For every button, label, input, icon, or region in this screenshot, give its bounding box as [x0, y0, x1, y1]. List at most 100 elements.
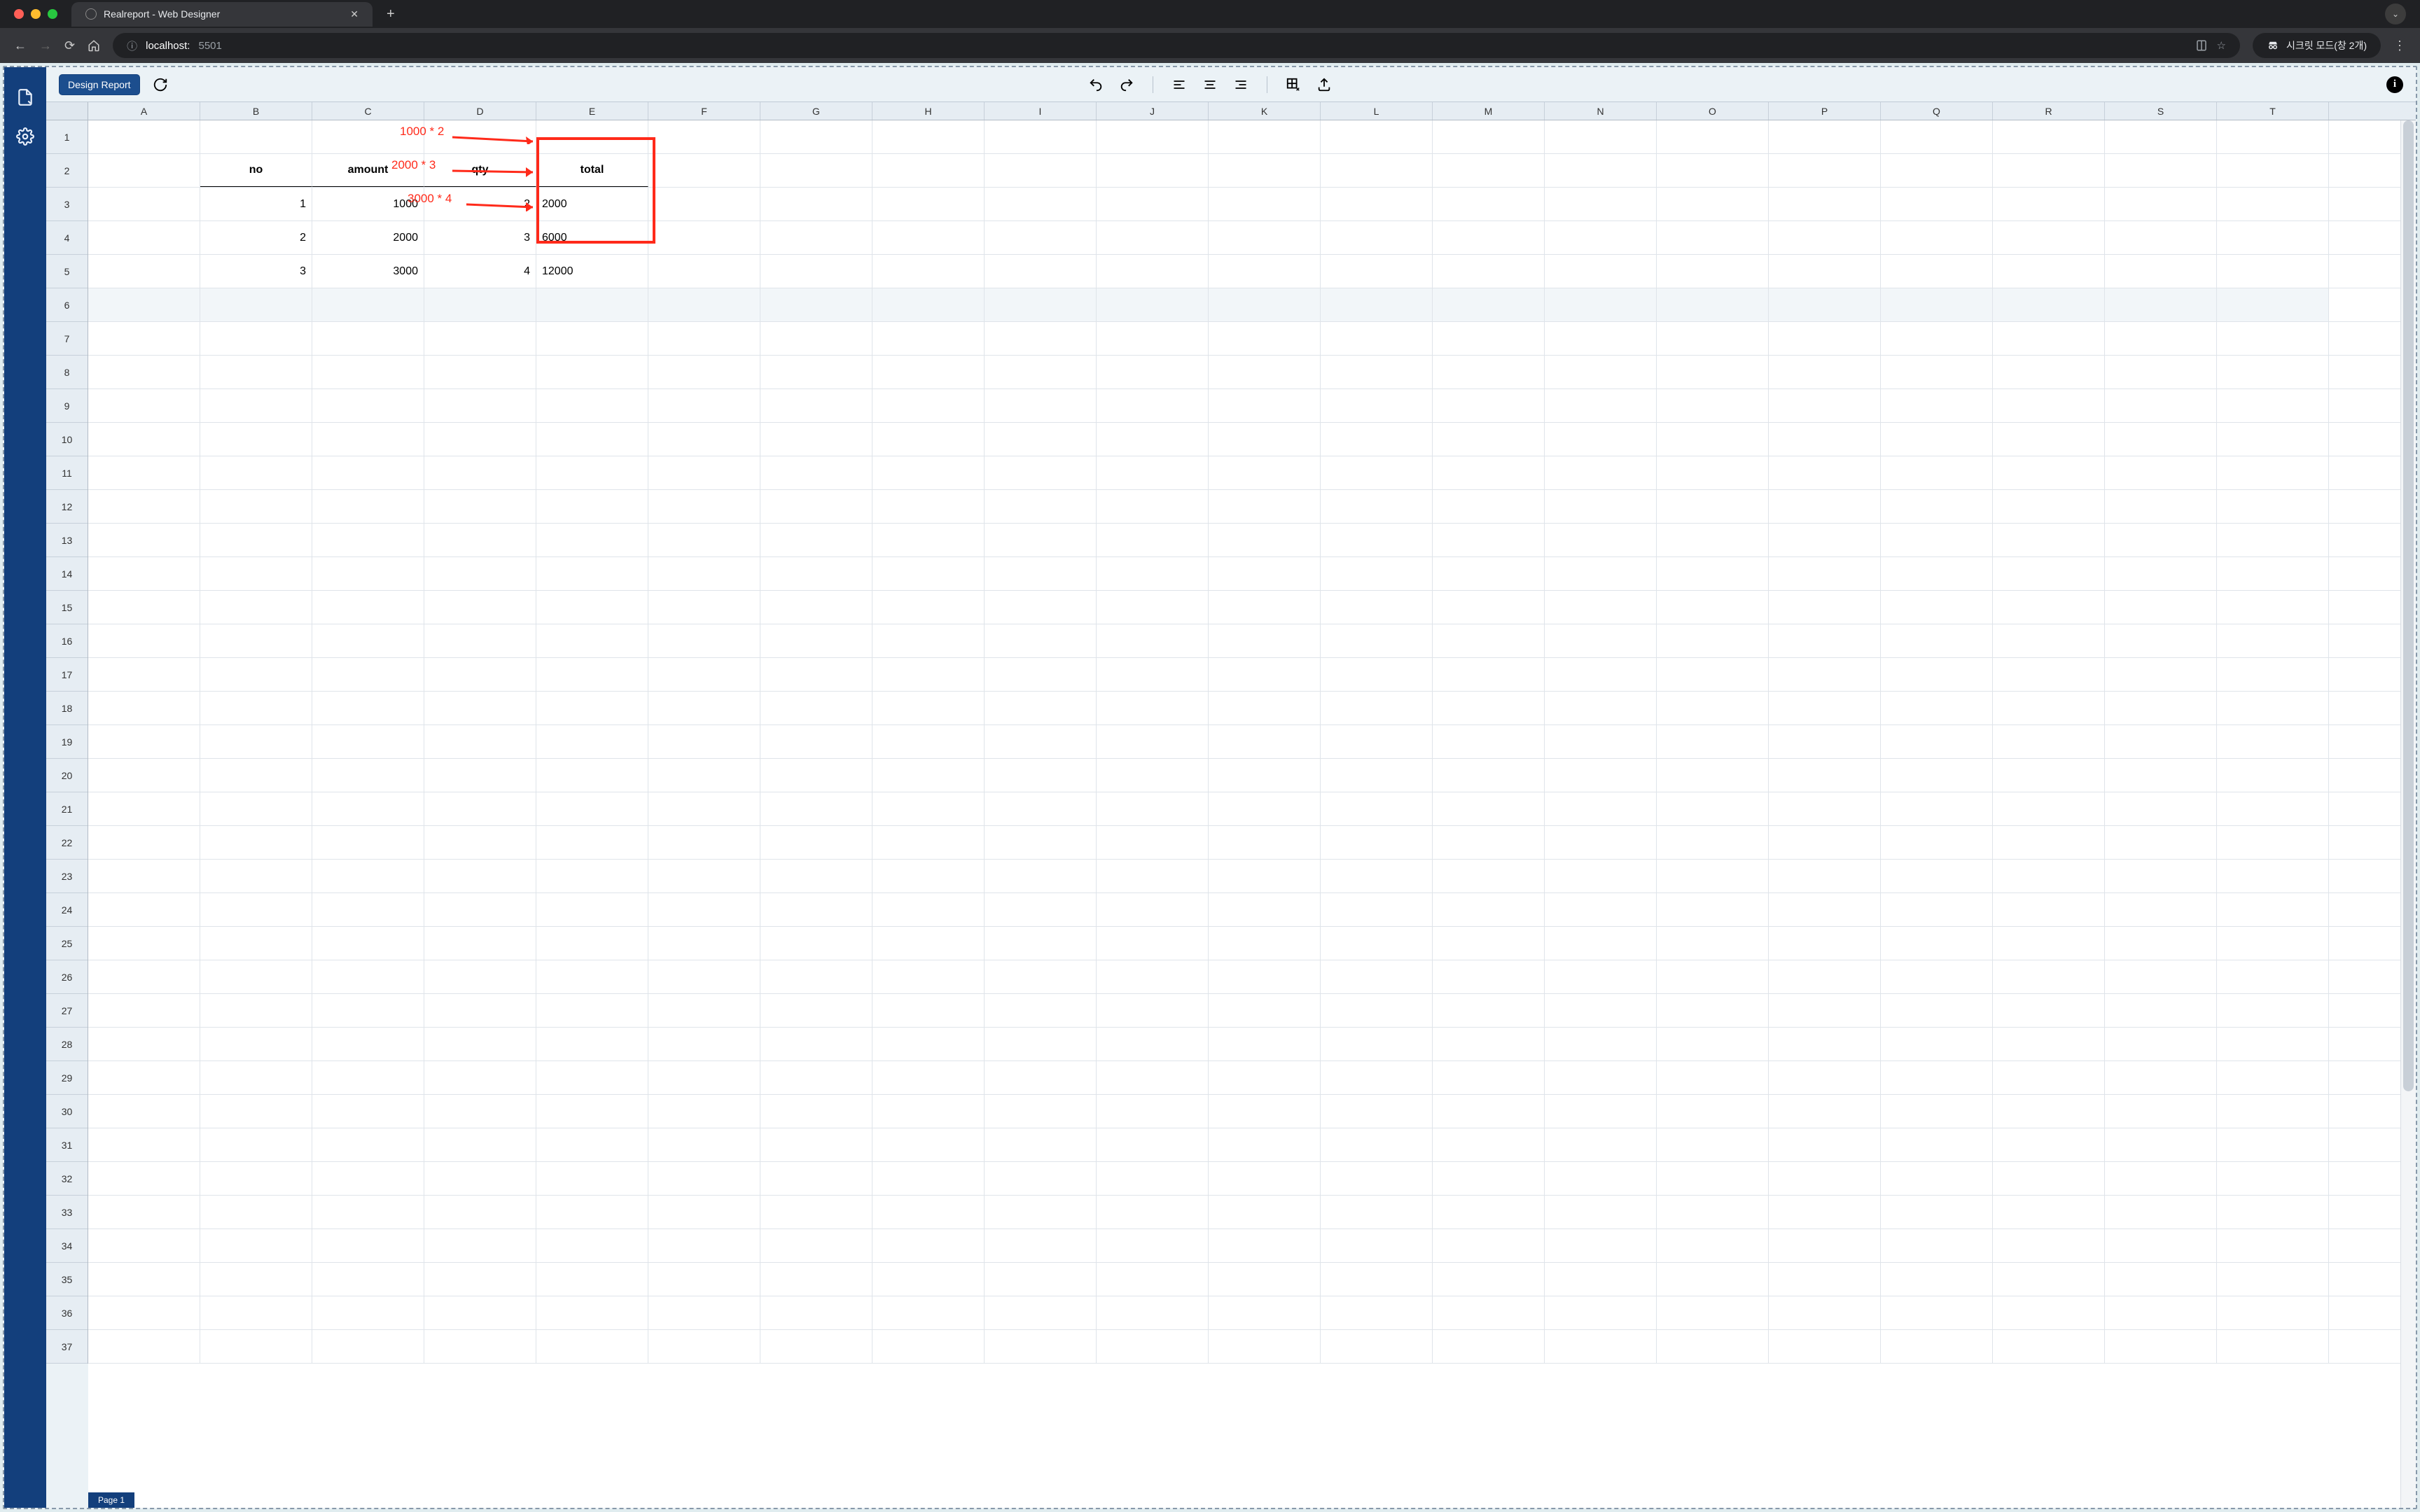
cell[interactable]: [1881, 792, 1993, 825]
col-header[interactable]: M: [1433, 102, 1545, 120]
cell[interactable]: [872, 188, 985, 220]
cell[interactable]: [536, 658, 648, 691]
cell[interactable]: [2105, 288, 2217, 321]
cell[interactable]: [1657, 1128, 1769, 1161]
cell[interactable]: [424, 120, 536, 153]
cell[interactable]: [1209, 1095, 1321, 1128]
cell[interactable]: [1881, 1061, 1993, 1094]
cell[interactable]: [312, 893, 424, 926]
cell[interactable]: [1769, 1296, 1881, 1329]
cell[interactable]: [2217, 658, 2329, 691]
cell[interactable]: [88, 1330, 200, 1363]
cell[interactable]: [760, 1296, 872, 1329]
cell[interactable]: [2217, 624, 2329, 657]
cell[interactable]: [88, 860, 200, 892]
cell[interactable]: [1321, 1128, 1433, 1161]
cell[interactable]: [200, 658, 312, 691]
cell[interactable]: [1097, 1162, 1209, 1195]
cell[interactable]: [985, 893, 1097, 926]
cell[interactable]: [760, 288, 872, 321]
cell[interactable]: [536, 389, 648, 422]
cell[interactable]: amount: [312, 154, 424, 187]
cell[interactable]: [1209, 1263, 1321, 1296]
cell[interactable]: [200, 1263, 312, 1296]
cell[interactable]: [424, 893, 536, 926]
cell[interactable]: [200, 1028, 312, 1060]
cell[interactable]: 2000: [536, 188, 648, 220]
cell[interactable]: [648, 1162, 760, 1195]
back-icon[interactable]: ←: [14, 38, 27, 53]
cell[interactable]: [312, 658, 424, 691]
cell[interactable]: [1209, 288, 1321, 321]
cell[interactable]: [2105, 1061, 2217, 1094]
cell[interactable]: [1097, 1296, 1209, 1329]
cell[interactable]: [1993, 1196, 2105, 1228]
cell[interactable]: [2217, 1128, 2329, 1161]
cell[interactable]: [872, 423, 985, 456]
cell[interactable]: [536, 423, 648, 456]
cell[interactable]: [2217, 188, 2329, 220]
cell[interactable]: [1881, 255, 1993, 288]
col-header[interactable]: D: [424, 102, 536, 120]
cell[interactable]: [1993, 960, 2105, 993]
cell[interactable]: [200, 322, 312, 355]
cell[interactable]: [200, 826, 312, 859]
select-all-corner[interactable]: [46, 102, 88, 120]
cell[interactable]: [536, 557, 648, 590]
col-header[interactable]: R: [1993, 102, 2105, 120]
cell[interactable]: [424, 1028, 536, 1060]
cell[interactable]: [1769, 389, 1881, 422]
cell[interactable]: [1209, 389, 1321, 422]
cell[interactable]: [1545, 557, 1657, 590]
cell[interactable]: [1209, 1162, 1321, 1195]
cell[interactable]: [1881, 322, 1993, 355]
cell[interactable]: [2105, 927, 2217, 960]
row-header[interactable]: 30: [46, 1095, 88, 1128]
cell[interactable]: [424, 1095, 536, 1128]
cell[interactable]: [1993, 927, 2105, 960]
cell[interactable]: [1433, 1095, 1545, 1128]
cell[interactable]: [1545, 356, 1657, 388]
cell[interactable]: [1993, 1028, 2105, 1060]
cell[interactable]: [1881, 860, 1993, 892]
cell[interactable]: [985, 1263, 1097, 1296]
cell[interactable]: [536, 725, 648, 758]
cell[interactable]: [1209, 1061, 1321, 1094]
cell[interactable]: [1321, 1296, 1433, 1329]
cell[interactable]: [1769, 927, 1881, 960]
cell[interactable]: [1657, 1263, 1769, 1296]
cell[interactable]: [760, 1095, 872, 1128]
cell[interactable]: [1769, 725, 1881, 758]
cell[interactable]: [1545, 1229, 1657, 1262]
row-header[interactable]: 11: [46, 456, 88, 490]
cell[interactable]: [536, 322, 648, 355]
cell[interactable]: [1545, 624, 1657, 657]
cell[interactable]: [1433, 658, 1545, 691]
cell[interactable]: [536, 591, 648, 624]
cell[interactable]: [2217, 356, 2329, 388]
cell[interactable]: [1545, 524, 1657, 556]
cell[interactable]: [1545, 994, 1657, 1027]
cell[interactable]: [1097, 356, 1209, 388]
cell[interactable]: [200, 860, 312, 892]
col-header[interactable]: H: [872, 102, 985, 120]
row-header[interactable]: 1: [46, 120, 88, 154]
cell[interactable]: [1321, 154, 1433, 187]
cell[interactable]: [760, 692, 872, 724]
cell[interactable]: [760, 456, 872, 489]
cell[interactable]: [1545, 1095, 1657, 1128]
cell[interactable]: [872, 1229, 985, 1262]
cell[interactable]: [200, 1162, 312, 1195]
cell[interactable]: [1993, 188, 2105, 220]
cell[interactable]: [1097, 221, 1209, 254]
cell[interactable]: [1321, 1162, 1433, 1195]
cell[interactable]: [1097, 994, 1209, 1027]
cell[interactable]: [2217, 322, 2329, 355]
cell[interactable]: [2217, 154, 2329, 187]
cell[interactable]: [2105, 1095, 2217, 1128]
cell[interactable]: [1881, 1128, 1993, 1161]
cell[interactable]: [1993, 255, 2105, 288]
col-header[interactable]: F: [648, 102, 760, 120]
cell[interactable]: [200, 1330, 312, 1363]
cell[interactable]: [1657, 221, 1769, 254]
